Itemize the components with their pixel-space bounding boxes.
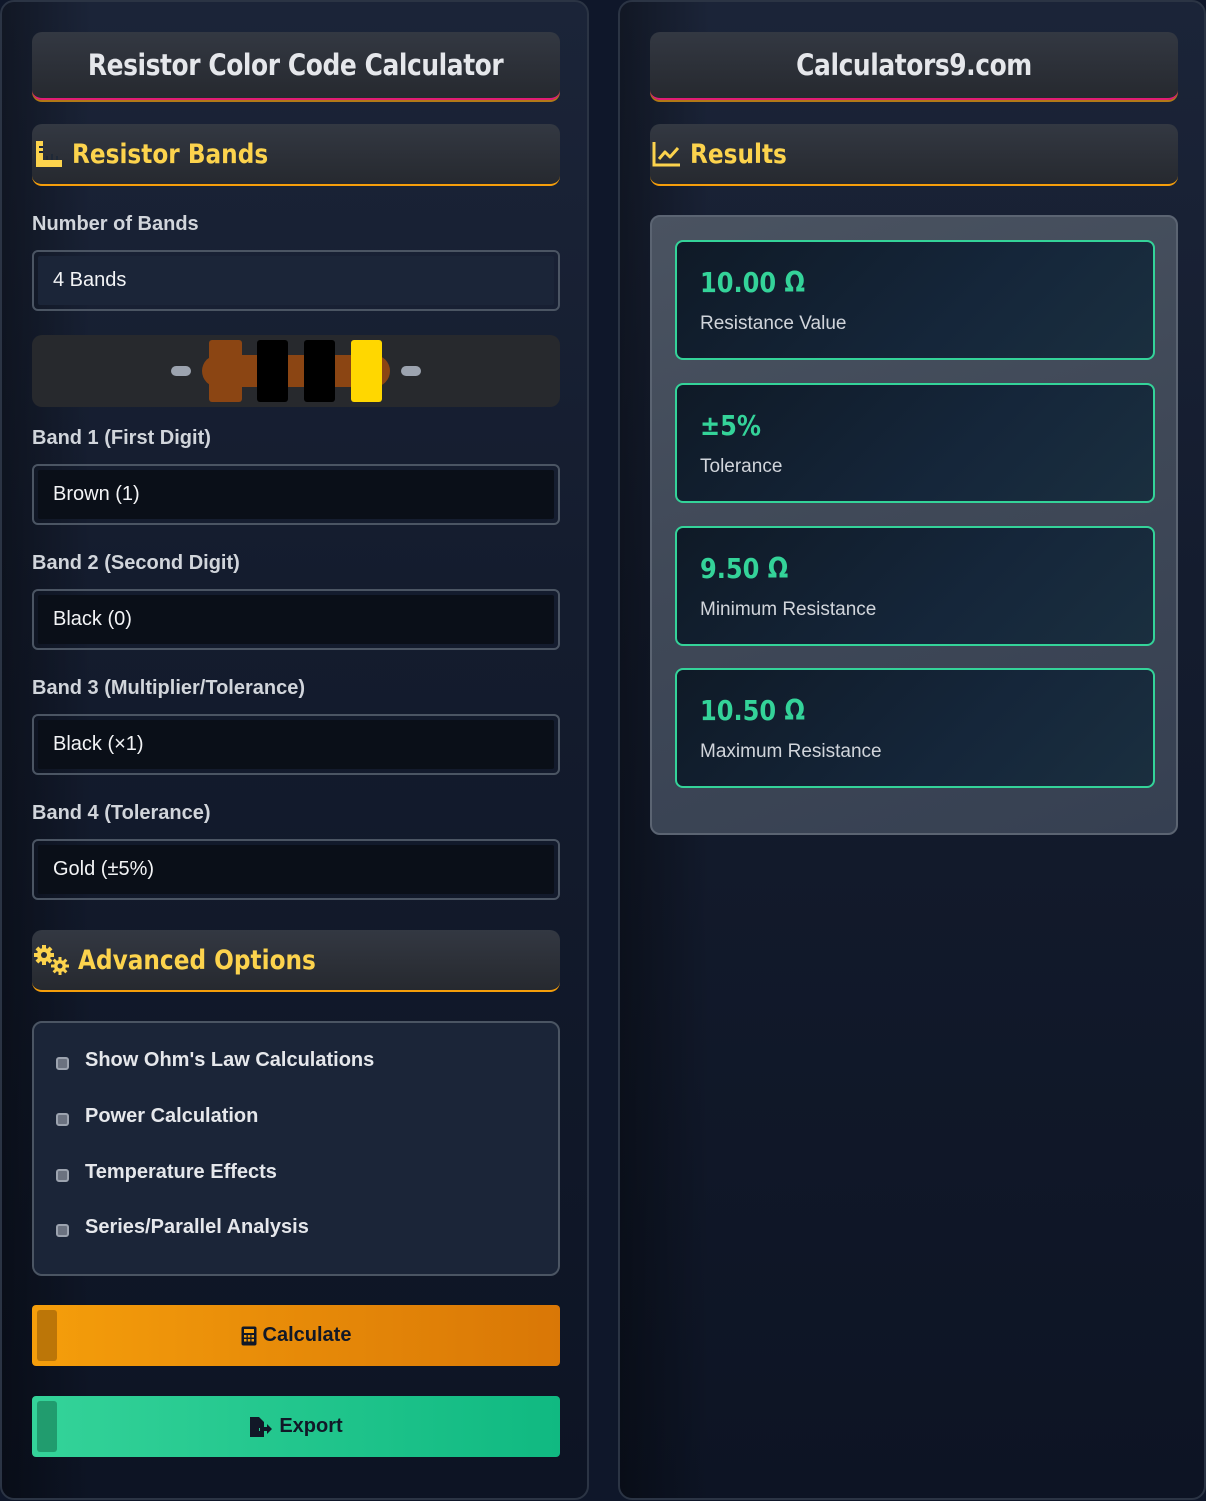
option-temperature[interactable]: Temperature Effects <box>56 1161 277 1184</box>
checkbox[interactable] <box>56 1057 69 1070</box>
resistor-lead-right <box>401 366 421 376</box>
advanced-options-list: Show Ohm's Law Calculations Power Calcul… <box>32 1021 560 1276</box>
result-card-minimum: 9.50 Ω Minimum Resistance <box>675 526 1155 646</box>
option-ohms-law[interactable]: Show Ohm's Law Calculations <box>56 1049 374 1072</box>
checkbox[interactable] <box>56 1169 69 1182</box>
option-label: Power Calculation <box>85 1105 259 1127</box>
calculator-icon <box>241 1326 257 1346</box>
band4-label: Band 4 (Tolerance) <box>32 802 211 824</box>
band2-select[interactable]: Black (0) <box>32 589 560 650</box>
results-header: Results <box>650 124 1178 186</box>
section-title: Resistor Bands <box>72 138 269 170</box>
option-series-parallel[interactable]: Series/Parallel Analysis <box>56 1216 309 1239</box>
option-label: Series/Parallel Analysis <box>85 1216 309 1238</box>
section-title: Advanced Options <box>78 944 316 976</box>
resistor-band-3 <box>304 340 335 402</box>
option-label: Show Ohm's Law Calculations <box>85 1049 375 1071</box>
calculate-button[interactable]: Calculate <box>32 1305 560 1366</box>
resistor-lead-left <box>171 366 191 376</box>
site-title: Calculators9.com <box>796 48 1032 82</box>
ruler-icon <box>32 137 66 171</box>
number-of-bands-value: 4 Bands <box>38 256 554 305</box>
option-power[interactable]: Power Calculation <box>56 1105 258 1128</box>
export-label: Export <box>279 1415 343 1437</box>
calculate-label: Calculate <box>262 1324 352 1346</box>
result-label: Minimum Resistance <box>700 599 877 620</box>
site-title-box: Calculators9.com <box>650 32 1178 100</box>
gears-icon <box>32 943 72 977</box>
section-title: Results <box>690 138 787 170</box>
result-value: 9.50 Ω <box>700 552 789 585</box>
band4-select[interactable]: Gold (±5%) <box>32 839 560 900</box>
result-card-tolerance: ±5% Tolerance <box>675 383 1155 503</box>
result-value: 10.00 Ω <box>700 266 806 299</box>
result-value: ±5% <box>700 409 762 442</box>
results-container: 10.00 Ω Resistance Value ±5% Tolerance 9… <box>650 215 1178 835</box>
option-label: Temperature Effects <box>85 1161 277 1183</box>
export-button[interactable]: Export <box>32 1396 560 1457</box>
result-value: 10.50 Ω <box>700 694 806 727</box>
resistor-bands-header: Resistor Bands <box>32 124 560 186</box>
resistor-band-4 <box>351 340 382 402</box>
checkbox[interactable] <box>56 1224 69 1237</box>
result-label: Resistance Value <box>700 313 847 334</box>
file-export-icon <box>249 1416 273 1438</box>
resistor-graphic <box>171 340 421 402</box>
results-panel: Calculators9.com Results 10.00 Ω Resista… <box>618 0 1206 1500</box>
page-title: Resistor Color Code Calculator <box>88 48 504 82</box>
band3-select[interactable]: Black (×1) <box>32 714 560 775</box>
resistor-band-1 <box>209 340 242 402</box>
calculator-title-box: Resistor Color Code Calculator <box>32 32 560 100</box>
band3-value: Black (×1) <box>38 720 554 769</box>
result-label: Tolerance <box>700 456 783 477</box>
advanced-options-header: Advanced Options <box>32 930 560 992</box>
band4-value: Gold (±5%) <box>38 845 554 894</box>
result-card-maximum: 10.50 Ω Maximum Resistance <box>675 668 1155 788</box>
band1-value: Brown (1) <box>38 470 554 519</box>
band3-label: Band 3 (Multiplier/Tolerance) <box>32 677 305 699</box>
chart-line-icon <box>650 137 684 171</box>
result-label: Maximum Resistance <box>700 741 882 762</box>
resistor-band-2 <box>257 340 288 402</box>
band1-select[interactable]: Brown (1) <box>32 464 560 525</box>
checkbox[interactable] <box>56 1113 69 1126</box>
band1-label: Band 1 (First Digit) <box>32 427 211 449</box>
result-card-resistance: 10.00 Ω Resistance Value <box>675 240 1155 360</box>
number-of-bands-label: Number of Bands <box>32 213 199 235</box>
resistor-preview <box>32 335 560 407</box>
band2-value: Black (0) <box>38 595 554 644</box>
band2-label: Band 2 (Second Digit) <box>32 552 240 574</box>
calculator-panel: Resistor Color Code Calculator Resistor … <box>0 0 589 1500</box>
number-of-bands-select[interactable]: 4 Bands <box>32 250 560 311</box>
